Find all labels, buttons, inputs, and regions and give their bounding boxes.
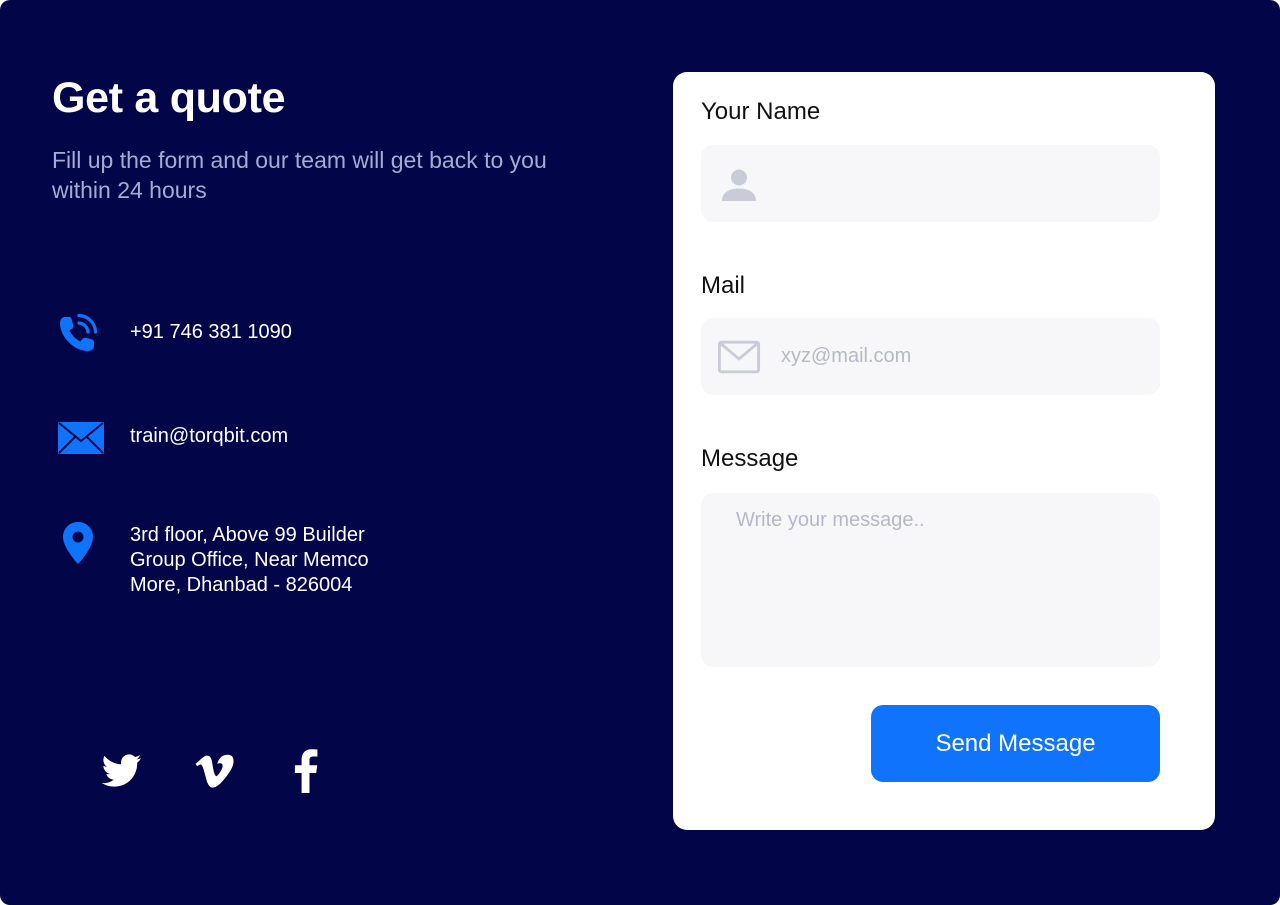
send-message-button[interactable]: Send Message <box>871 705 1160 782</box>
message-label: Message <box>701 445 799 472</box>
vimeo-icon[interactable] <box>192 748 236 794</box>
contact-email: train@torqbit.com <box>56 414 288 460</box>
contact-address: 3rd floor, Above 99 Builder Group Office… <box>56 520 400 598</box>
mail-icon <box>56 414 108 460</box>
page-title: Get a quote <box>52 74 286 122</box>
name-label: Your Name <box>701 98 821 125</box>
social-links <box>100 748 328 794</box>
twitter-icon[interactable] <box>100 748 144 794</box>
name-input[interactable] <box>761 145 1160 222</box>
message-input[interactable] <box>701 493 1160 667</box>
message-field[interactable] <box>701 493 1160 667</box>
quote-form: Your Name Mail Message Sen <box>673 72 1215 830</box>
email-address[interactable]: train@torqbit.com <box>130 424 288 449</box>
mail-input[interactable] <box>761 318 1160 395</box>
facebook-icon[interactable] <box>284 748 328 794</box>
page-subtitle: Fill up the form and our team will get b… <box>52 147 547 203</box>
address-text: 3rd floor, Above 99 Builder Group Office… <box>130 524 369 596</box>
mail-field[interactable] <box>701 318 1160 395</box>
phone-icon <box>56 310 108 356</box>
location-pin-icon <box>56 520 108 566</box>
name-field[interactable] <box>701 145 1160 222</box>
phone-number[interactable]: +91 746 381 1090 <box>130 320 292 345</box>
quote-panel: Get a quote Fill up the form and our tea… <box>0 0 1280 905</box>
mail-label: Mail <box>701 272 746 299</box>
envelope-icon <box>717 335 761 379</box>
contact-phone: +91 746 381 1090 <box>56 310 292 356</box>
user-icon <box>717 162 761 206</box>
